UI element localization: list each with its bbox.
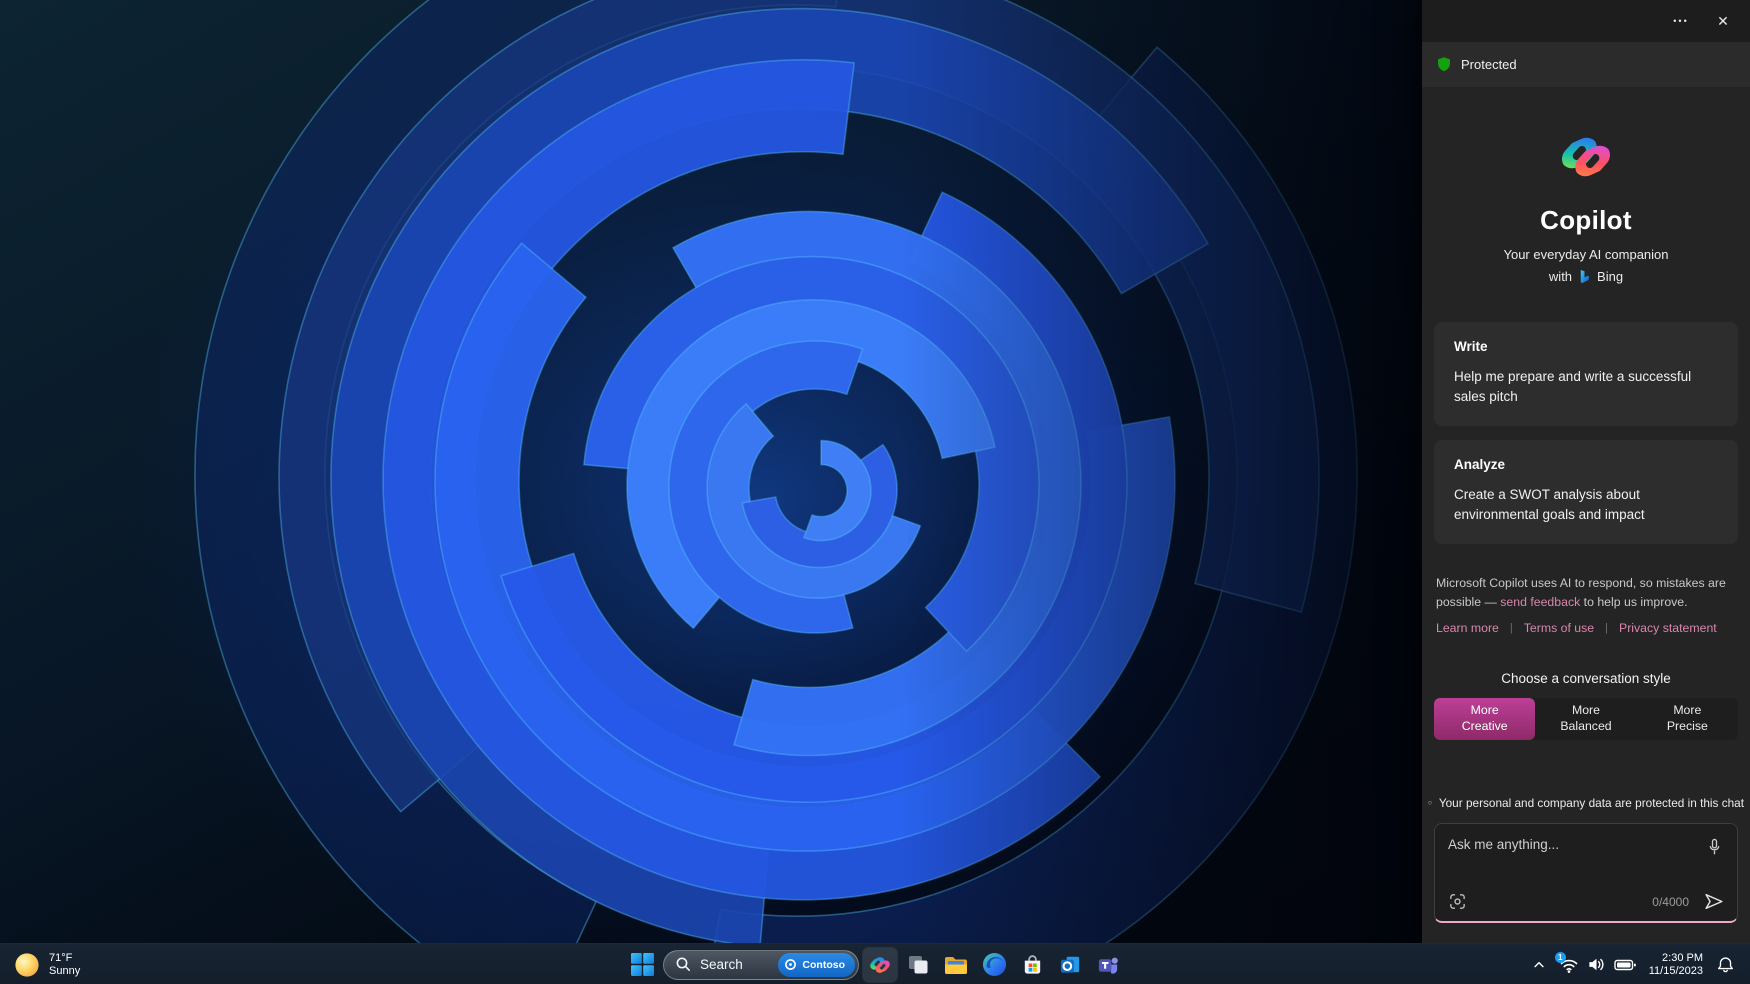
card-text: Help me prepare and write a successful s… (1454, 369, 1692, 404)
learn-more-link[interactable]: Learn more (1436, 621, 1499, 635)
style-label: More (1673, 703, 1702, 718)
search-icon (676, 957, 690, 971)
card-text: Create a SWOT analysis about environment… (1454, 487, 1645, 522)
protected-banner: Protected (1422, 42, 1750, 87)
contoso-logo-icon (785, 959, 797, 970)
chat-input-box[interactable]: Ask me anything... 0/4000 (1434, 823, 1738, 924)
protected-shield-icon (1438, 57, 1450, 72)
style-more-creative[interactable]: More Creative (1434, 698, 1536, 741)
protected-label: Protected (1461, 57, 1517, 72)
with-bing-row: with Bing (1422, 269, 1750, 284)
card-title: Analyze (1454, 457, 1506, 473)
start-button[interactable] (625, 948, 659, 982)
contoso-badge[interactable]: Contoso (778, 952, 855, 977)
privacy-statement-link[interactable]: Privacy statement (1619, 621, 1717, 635)
send-icon[interactable] (1703, 892, 1724, 911)
edge-button[interactable] (977, 948, 1011, 982)
footer-links: Learn more | Terms of use | Privacy stat… (1436, 621, 1736, 635)
link-separator: | (1509, 622, 1513, 635)
teams-icon (1098, 957, 1118, 974)
copilot-titlebar: ••• ✕ (1422, 0, 1750, 42)
conversation-style-tabs: More Creative More Balanced More Precise (1434, 698, 1738, 741)
desktop: ••• ✕ Protected Copilot Your everyday AI… (0, 0, 1750, 984)
weather-widget[interactable]: 71°F Sunny (14, 944, 80, 984)
outlook-button[interactable] (1053, 948, 1087, 982)
copilot-subtitle: Your everyday AI companion (1503, 247, 1669, 262)
copilot-sidebar: ••• ✕ Protected Copilot Your everyday AI… (1422, 0, 1750, 943)
disclaimer-text: to help us improve. (1580, 594, 1688, 609)
teams-button[interactable] (1091, 948, 1125, 982)
store-button[interactable] (1015, 948, 1049, 982)
contoso-label: Contoso (802, 958, 845, 971)
style-more-precise[interactable]: More Precise (1637, 698, 1738, 740)
more-options-button[interactable]: ••• (1664, 6, 1698, 36)
style-more-balanced[interactable]: More Balanced (1535, 698, 1636, 740)
notification-bell-button[interactable] (1712, 948, 1738, 982)
taskbar-tray-area: 1 2:30 PM 11/15/2023 (1528, 944, 1738, 984)
terms-of-use-link[interactable]: Terms of use (1524, 621, 1594, 635)
taskbar: 71°F Sunny Search Contoso 1 2:30 PM 11/1… (0, 943, 1750, 984)
data-protection-note: Your personal and company data are prote… (1422, 796, 1750, 810)
with-label: with (1548, 269, 1573, 284)
suggestion-card-write[interactable]: Write Help me prepare and write a succes… (1434, 322, 1738, 427)
close-icon: ✕ (1717, 12, 1729, 29)
sun-icon (15, 952, 39, 977)
clock-date: 11/15/2023 (1648, 964, 1703, 977)
clock-time: 2:30 PM (1662, 951, 1703, 964)
volume-icon (1589, 958, 1604, 971)
bell-icon (1717, 957, 1733, 973)
send-feedback-link[interactable]: send feedback (1500, 595, 1580, 609)
card-title: Write (1454, 339, 1488, 354)
bing-label: Bing (1597, 269, 1624, 284)
taskbar-copilot-button[interactable] (862, 946, 898, 983)
copilot-logo (1554, 125, 1618, 189)
file-explorer-button[interactable] (939, 948, 973, 982)
style-label: Balanced (1560, 719, 1612, 734)
taskbar-center: Search Contoso (625, 944, 1125, 984)
taskbar-clock[interactable]: 2:30 PM 11/15/2023 (1649, 952, 1703, 978)
store-icon (1024, 955, 1040, 974)
wifi-notification-badge: 1 (1554, 951, 1566, 963)
edge-icon (982, 952, 1006, 977)
conversation-style-title: Choose a conversation style (1501, 671, 1671, 687)
chat-input-placeholder[interactable]: Ask me anything... (1448, 837, 1559, 852)
taskbar-search[interactable]: Search Contoso (663, 949, 859, 980)
battery-icon (1614, 959, 1636, 970)
style-label: Creative (1461, 719, 1508, 734)
more-options-icon: ••• (1673, 16, 1689, 26)
style-label: More (1571, 703, 1600, 718)
search-label: Search (700, 957, 743, 972)
suggestion-cards: Write Help me prepare and write a succes… (1434, 322, 1738, 545)
copilot-title: Copilot (1540, 205, 1632, 235)
tray-chevron-button[interactable] (1528, 948, 1550, 982)
copilot-body: Copilot Your everyday AI companion with … (1422, 87, 1750, 943)
screenshot-icon[interactable] (1448, 892, 1467, 911)
shield-outline-icon (1428, 801, 1432, 805)
folder-icon (945, 956, 967, 974)
windows-logo-icon (630, 953, 654, 976)
char-counter: 0/4000 (1652, 894, 1689, 909)
weather-temperature: 71°F (49, 951, 73, 964)
task-view-button[interactable] (901, 948, 935, 982)
ai-disclaimer: Microsoft Copilot uses AI to respond, so… (1436, 574, 1736, 611)
suggestion-card-analyze[interactable]: Analyze Create a SWOT analysis about env… (1434, 440, 1738, 545)
system-tray[interactable]: 1 (1554, 951, 1636, 975)
close-panel-button[interactable]: ✕ (1706, 6, 1740, 36)
outlook-icon (1060, 956, 1079, 973)
link-separator: | (1605, 622, 1608, 635)
bing-icon (1580, 269, 1590, 284)
task-view-icon (909, 955, 928, 973)
microphone-icon[interactable] (1705, 837, 1724, 856)
wifi-indicator: 1 (1554, 951, 1579, 974)
copilot-icon (867, 952, 893, 978)
chevron-up-icon (1534, 961, 1544, 967)
data-protection-text: Your personal and company data are prote… (1438, 796, 1744, 811)
weather-condition: Sunny (49, 964, 81, 977)
style-label: More (1470, 703, 1499, 718)
style-label: Precise (1666, 719, 1708, 734)
